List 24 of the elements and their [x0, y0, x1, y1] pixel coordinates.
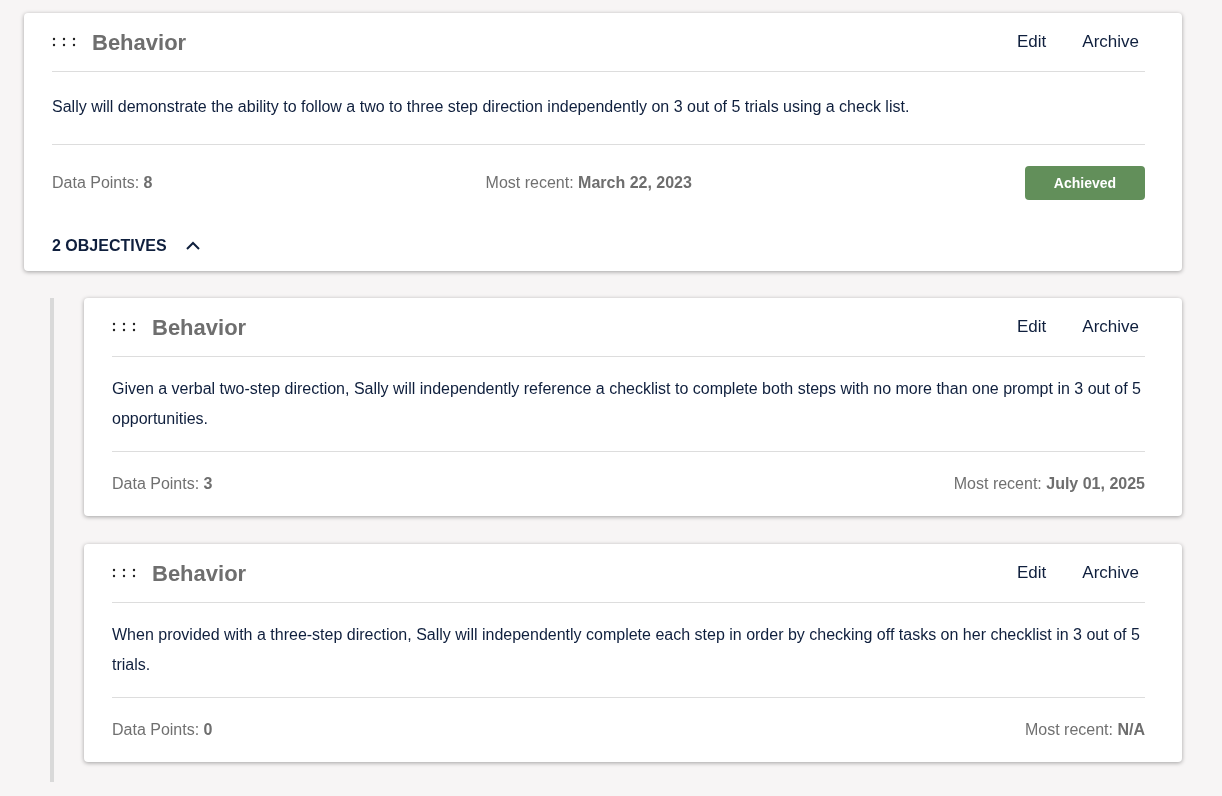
drag-handle-icon[interactable]	[52, 37, 76, 47]
chevron-up-icon	[184, 241, 201, 251]
action-link[interactable]: Archive	[1076, 314, 1145, 340]
description-text: Given a verbal two-step direction, Sally will independently reference a checklist to complete both steps with no more than one prompt in 3 out of 5 opportunities.	[112, 357, 1145, 452]
action-link[interactable]: Archive	[1076, 29, 1145, 55]
action-link[interactable]: Edit	[1011, 29, 1053, 55]
description-text: Sally will demonstrate the ability to follow a two to three step direction independently on 3 out of 5 trials using a check list.	[52, 72, 1145, 145]
data-points-text: Data Points: 0	[112, 720, 213, 740]
category-title: Behavior	[152, 313, 248, 342]
drag-handle-icon[interactable]	[112, 322, 136, 332]
action-link[interactable]: Edit	[1011, 314, 1053, 340]
action-link[interactable]: Edit	[1011, 560, 1053, 586]
action-link[interactable]: Archive	[1076, 560, 1145, 586]
most-recent-text: Most recent: N/A	[1024, 720, 1145, 740]
most-recent-text: Most recent: March 22, 2023	[485, 173, 692, 193]
description-text: When provided with a three-step direction, Sally will independently complete each step in order by checking off tasks on her checklist in 3 out of 5 trials.	[112, 603, 1145, 698]
category-title: Behavior	[152, 559, 248, 588]
objectives-toggle[interactable]: 2 OBJECTIVES	[52, 221, 201, 271]
drag-handle-icon[interactable]	[112, 568, 136, 578]
data-points-text: Data Points: 8	[52, 173, 153, 193]
status-badge: Achieved	[1025, 166, 1145, 200]
category-title: Behavior	[92, 28, 188, 57]
data-points-text: Data Points: 3	[112, 474, 213, 494]
most-recent-text: Most recent: July 01, 2025	[953, 474, 1145, 494]
